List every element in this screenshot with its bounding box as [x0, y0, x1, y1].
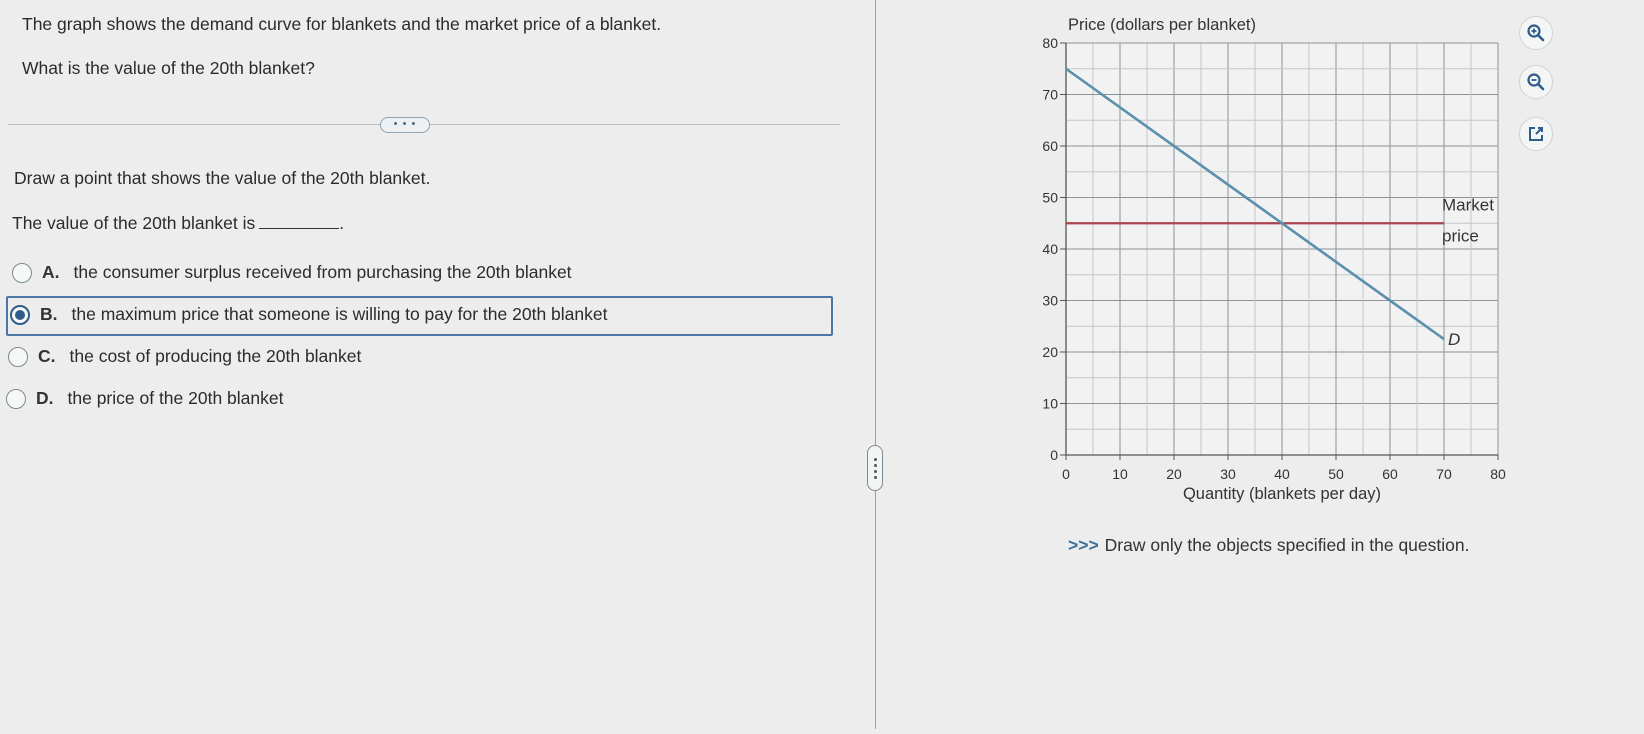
x-tick-label: 40	[1274, 466, 1290, 482]
radio-d[interactable]	[6, 388, 26, 409]
x-tick-label: 20	[1166, 466, 1182, 482]
question-panel: The graph shows the demand curve for bla…	[0, 0, 875, 729]
y-axis-title: Price (dollars per blanket)	[1068, 16, 1256, 34]
option-text: the consumer surplus received from purch…	[73, 262, 572, 282]
option-d[interactable]: D. the price of the 20th blanket	[6, 388, 283, 409]
note-arrows: >>>	[1068, 535, 1099, 555]
option-text: the maximum price that someone is willin…	[71, 304, 608, 324]
demand-chart[interactable]: 0 10 20 30 40 50 60 70 80 0 10 20 30 40 50 60 70 80 Price …	[876, 0, 1644, 729]
market-price-label: Market	[1442, 195, 1494, 214]
radio-c[interactable]	[8, 346, 28, 367]
y-tick-label: 40	[1042, 241, 1058, 257]
x-tick-label: 60	[1382, 466, 1398, 482]
graph-panel: 0 10 20 30 40 50 60 70 80 0 10 20 30 40 50 60 70 80 Price …	[876, 0, 1644, 729]
question-text: The graph shows the demand curve for bla…	[22, 14, 662, 34]
x-axis-title: Quantity (blankets per day)	[1183, 485, 1381, 503]
y-tick-label: 70	[1042, 87, 1058, 103]
x-tick-label: 10	[1112, 466, 1128, 482]
y-tick-label: 10	[1042, 396, 1058, 412]
blank-prefix: The value of the 20th blanket is	[12, 213, 256, 233]
blank-suffix: .	[339, 213, 345, 233]
y-tick-label: 60	[1042, 138, 1058, 154]
option-text: the price of the 20th blanket	[67, 388, 284, 408]
note-text: Draw only the objects specified in the q…	[1104, 535, 1470, 555]
option-letter: D.	[36, 388, 54, 408]
zoom-in-button[interactable]	[1519, 16, 1553, 50]
x-tick-label: 0	[1062, 466, 1070, 482]
option-a[interactable]: A. the consumer surplus received from pu…	[12, 262, 572, 283]
y-tick-label: 80	[1042, 35, 1058, 51]
zoom-out-button[interactable]	[1519, 65, 1553, 99]
option-text: the cost of producing the 20th blanket	[69, 346, 362, 366]
option-letter: C.	[38, 346, 56, 366]
fill-blank-sentence: The value of the 20th blanket is.	[12, 212, 344, 234]
x-tick-label: 80	[1490, 466, 1506, 482]
radio-a[interactable]	[12, 262, 32, 283]
draw-instruction-note: >>> Draw only the objects specified in th…	[1068, 535, 1469, 556]
y-tick-label: 50	[1042, 190, 1058, 206]
external-link-icon	[1529, 127, 1543, 141]
y-tick-label: 20	[1042, 344, 1058, 360]
y-tick-label: 0	[1050, 447, 1058, 463]
option-b[interactable]: B. the maximum price that someone is wil…	[10, 304, 607, 325]
x-tick-label: 70	[1436, 466, 1452, 482]
option-letter: A.	[42, 262, 60, 282]
demand-label: D	[1448, 330, 1460, 349]
x-tick-label: 30	[1220, 466, 1236, 482]
question-prompt: What is the value of the 20th blanket?	[22, 58, 315, 78]
answer-blank	[259, 212, 340, 229]
zoom-out-icon	[1527, 73, 1545, 91]
option-letter: B.	[40, 304, 58, 324]
y-tick-label: 30	[1042, 293, 1058, 309]
market-price-label: price	[1442, 226, 1479, 245]
expand-more-button[interactable]: • • •	[380, 117, 430, 133]
zoom-in-icon	[1527, 24, 1545, 42]
instruction-text: Draw a point that shows the value of the…	[14, 168, 431, 188]
option-c[interactable]: C. the cost of producing the 20th blanke…	[8, 346, 361, 367]
radio-b-selected[interactable]	[10, 304, 30, 325]
open-external-button[interactable]	[1519, 117, 1553, 151]
x-tick-label: 50	[1328, 466, 1344, 482]
